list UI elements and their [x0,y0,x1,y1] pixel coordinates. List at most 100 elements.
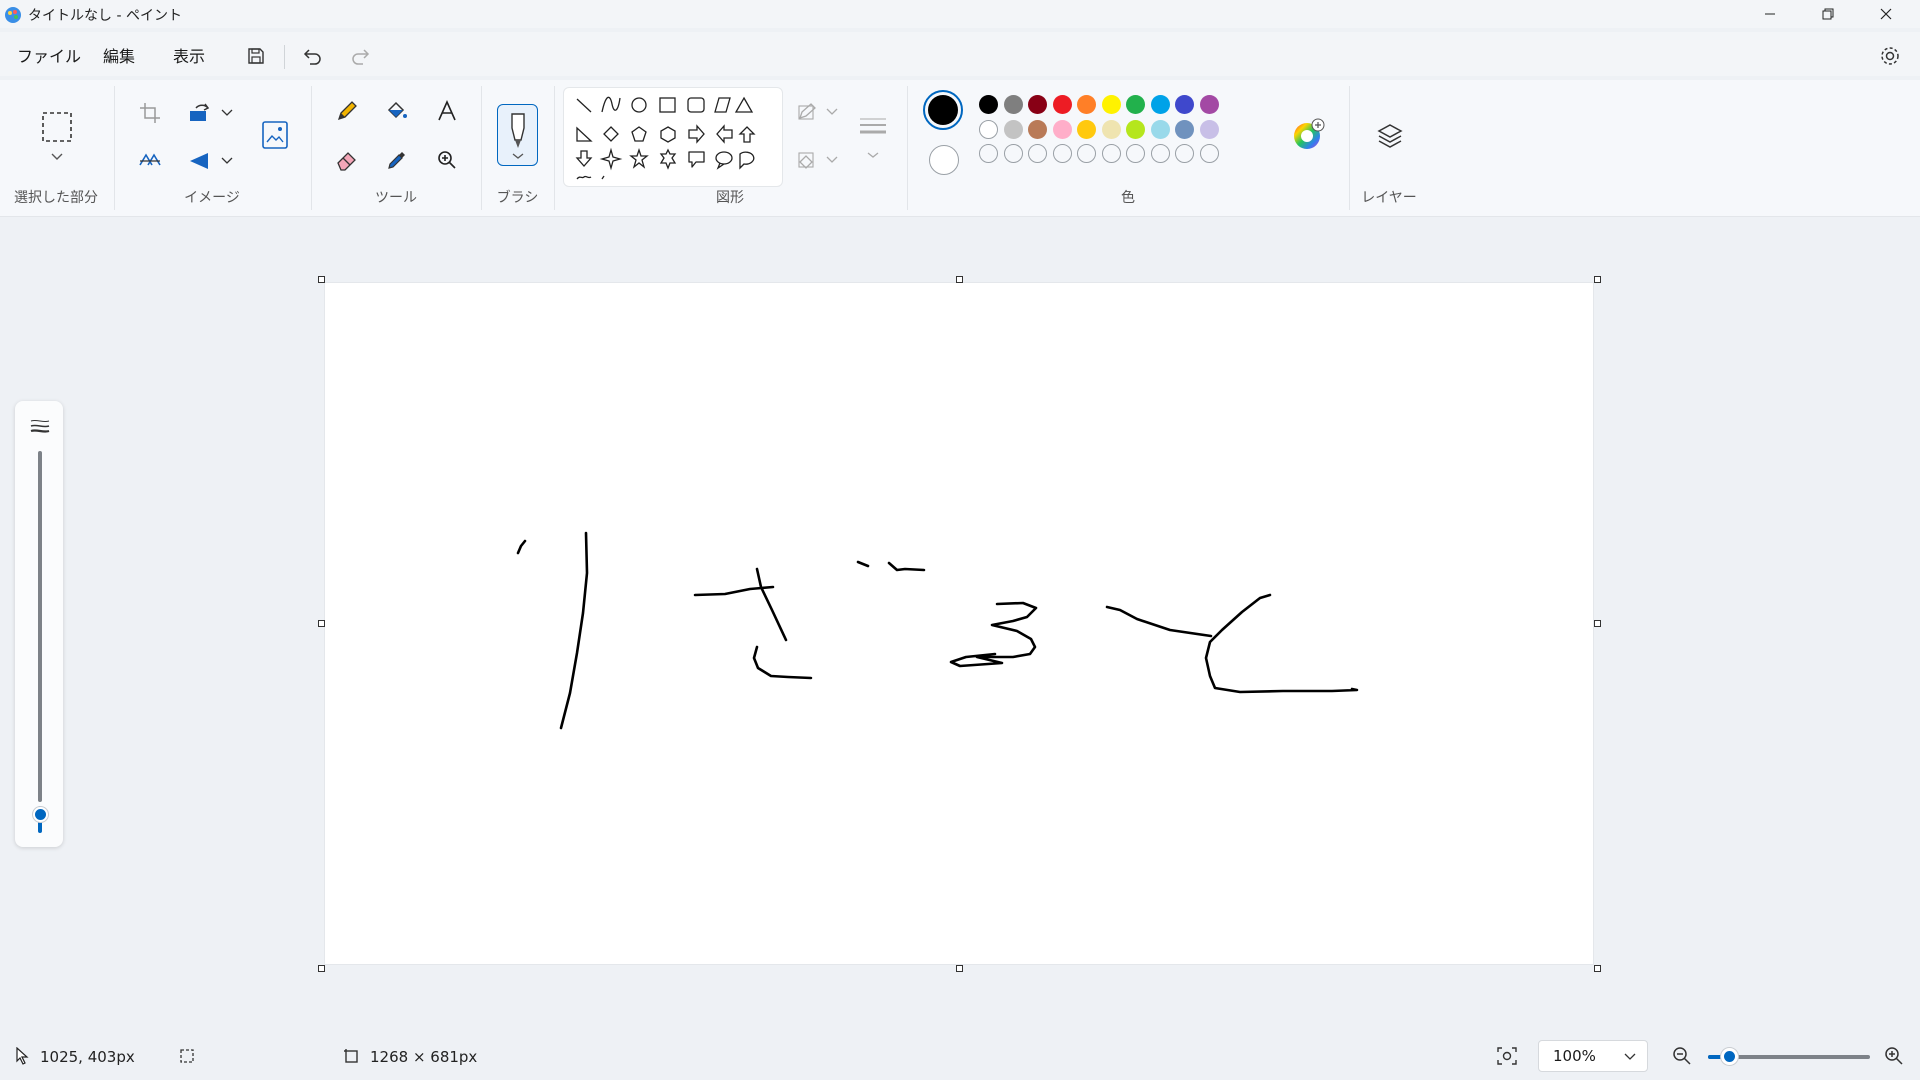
save-icon[interactable] [242,42,270,70]
palette-color-swatch[interactable] [1077,95,1096,114]
outline-dropdown-chevron-icon[interactable] [825,104,839,120]
group-label-layers: レイヤー [1361,190,1417,206]
canvas-resize-handle[interactable] [1594,276,1601,283]
secondary-color-button[interactable] [929,145,959,175]
shapes-gallery [563,87,783,187]
palette-color-swatch[interactable] [1126,120,1145,139]
flip-icon[interactable] [186,147,214,175]
rotate-dropdown-chevron-icon[interactable] [219,103,235,123]
crop-icon[interactable] [136,99,164,127]
fill-bucket-icon[interactable] [383,97,411,125]
menu-edit[interactable]: 編集 [103,43,135,67]
palette-color-swatch[interactable] [1004,95,1023,114]
brush-size-thumb[interactable] [33,807,48,822]
palette-color-swatch[interactable] [1151,120,1170,139]
resize-skew-icon[interactable] [136,147,164,175]
brush-size-track[interactable] [38,451,42,802]
group-label-brushes: ブラシ [496,190,539,206]
title-bar [0,0,1920,28]
palette-color-swatch[interactable] [979,120,998,139]
magnifier-icon[interactable] [433,146,461,174]
custom-color-slot[interactable] [1028,144,1047,163]
palette-color-swatch[interactable] [1028,95,1047,114]
palette-color-swatch[interactable] [1053,120,1072,139]
zoom-out-icon[interactable] [1670,1044,1694,1068]
selection-size-icon [178,1047,196,1065]
custom-color-slot[interactable] [979,144,998,163]
palette-color-swatch[interactable] [1200,120,1219,139]
palette-color-swatch[interactable] [1102,95,1121,114]
canvas-resize-handle[interactable] [318,620,325,627]
custom-color-slot[interactable] [1053,144,1072,163]
custom-color-slot[interactable] [1200,144,1219,163]
zoom-value: 100% [1553,1047,1596,1065]
custom-color-slot[interactable] [1102,144,1121,163]
zoom-slider-thumb[interactable] [1721,1048,1738,1065]
custom-color-slot[interactable] [1126,144,1145,163]
canvas-resize-handle[interactable] [318,965,325,972]
group-label-selection: 選択した部分 [14,190,98,206]
line-size-icon[interactable] [855,110,891,166]
palette-color-swatch[interactable] [1102,120,1121,139]
settings-gear-icon[interactable] [1876,42,1904,70]
menu-bar [0,32,1920,76]
custom-color-slot[interactable] [1151,144,1170,163]
color-palette [979,95,1279,185]
flip-dropdown-chevron-icon[interactable] [219,151,235,171]
palette-color-swatch[interactable] [1053,95,1072,114]
group-label-image: イメージ [184,190,240,206]
layers-icon[interactable] [1374,120,1406,152]
shape-outline-icon[interactable] [795,100,821,124]
palette-color-swatch[interactable] [979,95,998,114]
fill-dropdown-chevron-icon[interactable] [825,152,839,168]
minimize-button[interactable] [1741,0,1799,28]
palette-color-swatch[interactable] [1028,120,1047,139]
palette-color-swatch[interactable] [1175,120,1194,139]
pencil-icon[interactable] [333,97,361,125]
canvas-resize-handle[interactable] [1594,965,1601,972]
select-tool-button[interactable] [38,108,76,164]
canvas-size-icon [342,1047,360,1065]
palette-color-swatch[interactable] [1175,95,1194,114]
canvas-resize-handle[interactable] [956,276,963,283]
zoom-chevron-down-icon [1623,1051,1637,1063]
canvas-resize-handle[interactable] [956,965,963,972]
text-tool-icon[interactable] [433,97,461,125]
close-button[interactable] [1857,0,1915,28]
group-label-colors: 色 [1121,190,1135,206]
rotate-icon[interactable] [186,99,214,127]
primary-color-button[interactable] [923,90,963,130]
palette-color-swatch[interactable] [1151,95,1170,114]
shape-fill-icon[interactable] [795,148,821,172]
drawing-canvas[interactable] [325,283,1593,964]
custom-color-slot[interactable] [1077,144,1096,163]
zoom-dropdown[interactable]: 100% [1538,1040,1648,1072]
edit-colors-wheel-icon[interactable] [1290,116,1326,152]
custom-color-slot[interactable] [1175,144,1194,163]
color-picker-icon[interactable] [383,146,411,174]
custom-color-slot[interactable] [1004,144,1023,163]
undo-icon[interactable] [298,42,326,70]
canvas-resize-handle[interactable] [1594,620,1601,627]
cursor-position: 1025, 403px [40,1048,135,1066]
palette-color-swatch[interactable] [1077,120,1096,139]
eraser-icon[interactable] [333,146,361,174]
menu-view[interactable]: 表示 [173,43,205,67]
line-width-icon [28,416,52,436]
palette-color-swatch[interactable] [1126,95,1145,114]
window-title: タイトルなし - ペイント [28,8,182,24]
menu-separator [284,45,285,69]
canvas-strokes [516,531,1359,730]
restore-button[interactable] [1799,0,1857,28]
canvas-resize-handle[interactable] [318,276,325,283]
primary-color-swatch [928,95,958,125]
menu-file[interactable]: ファイル [17,43,81,67]
palette-color-swatch[interactable] [1200,95,1219,114]
image-properties-icon[interactable] [258,118,292,152]
fit-to-window-icon[interactable] [1494,1044,1520,1068]
palette-color-swatch[interactable] [1004,120,1023,139]
redo-icon[interactable] [347,42,375,70]
zoom-in-icon[interactable] [1882,1044,1906,1068]
brush-selector-button[interactable] [497,104,538,166]
paint-app-icon [4,6,22,24]
